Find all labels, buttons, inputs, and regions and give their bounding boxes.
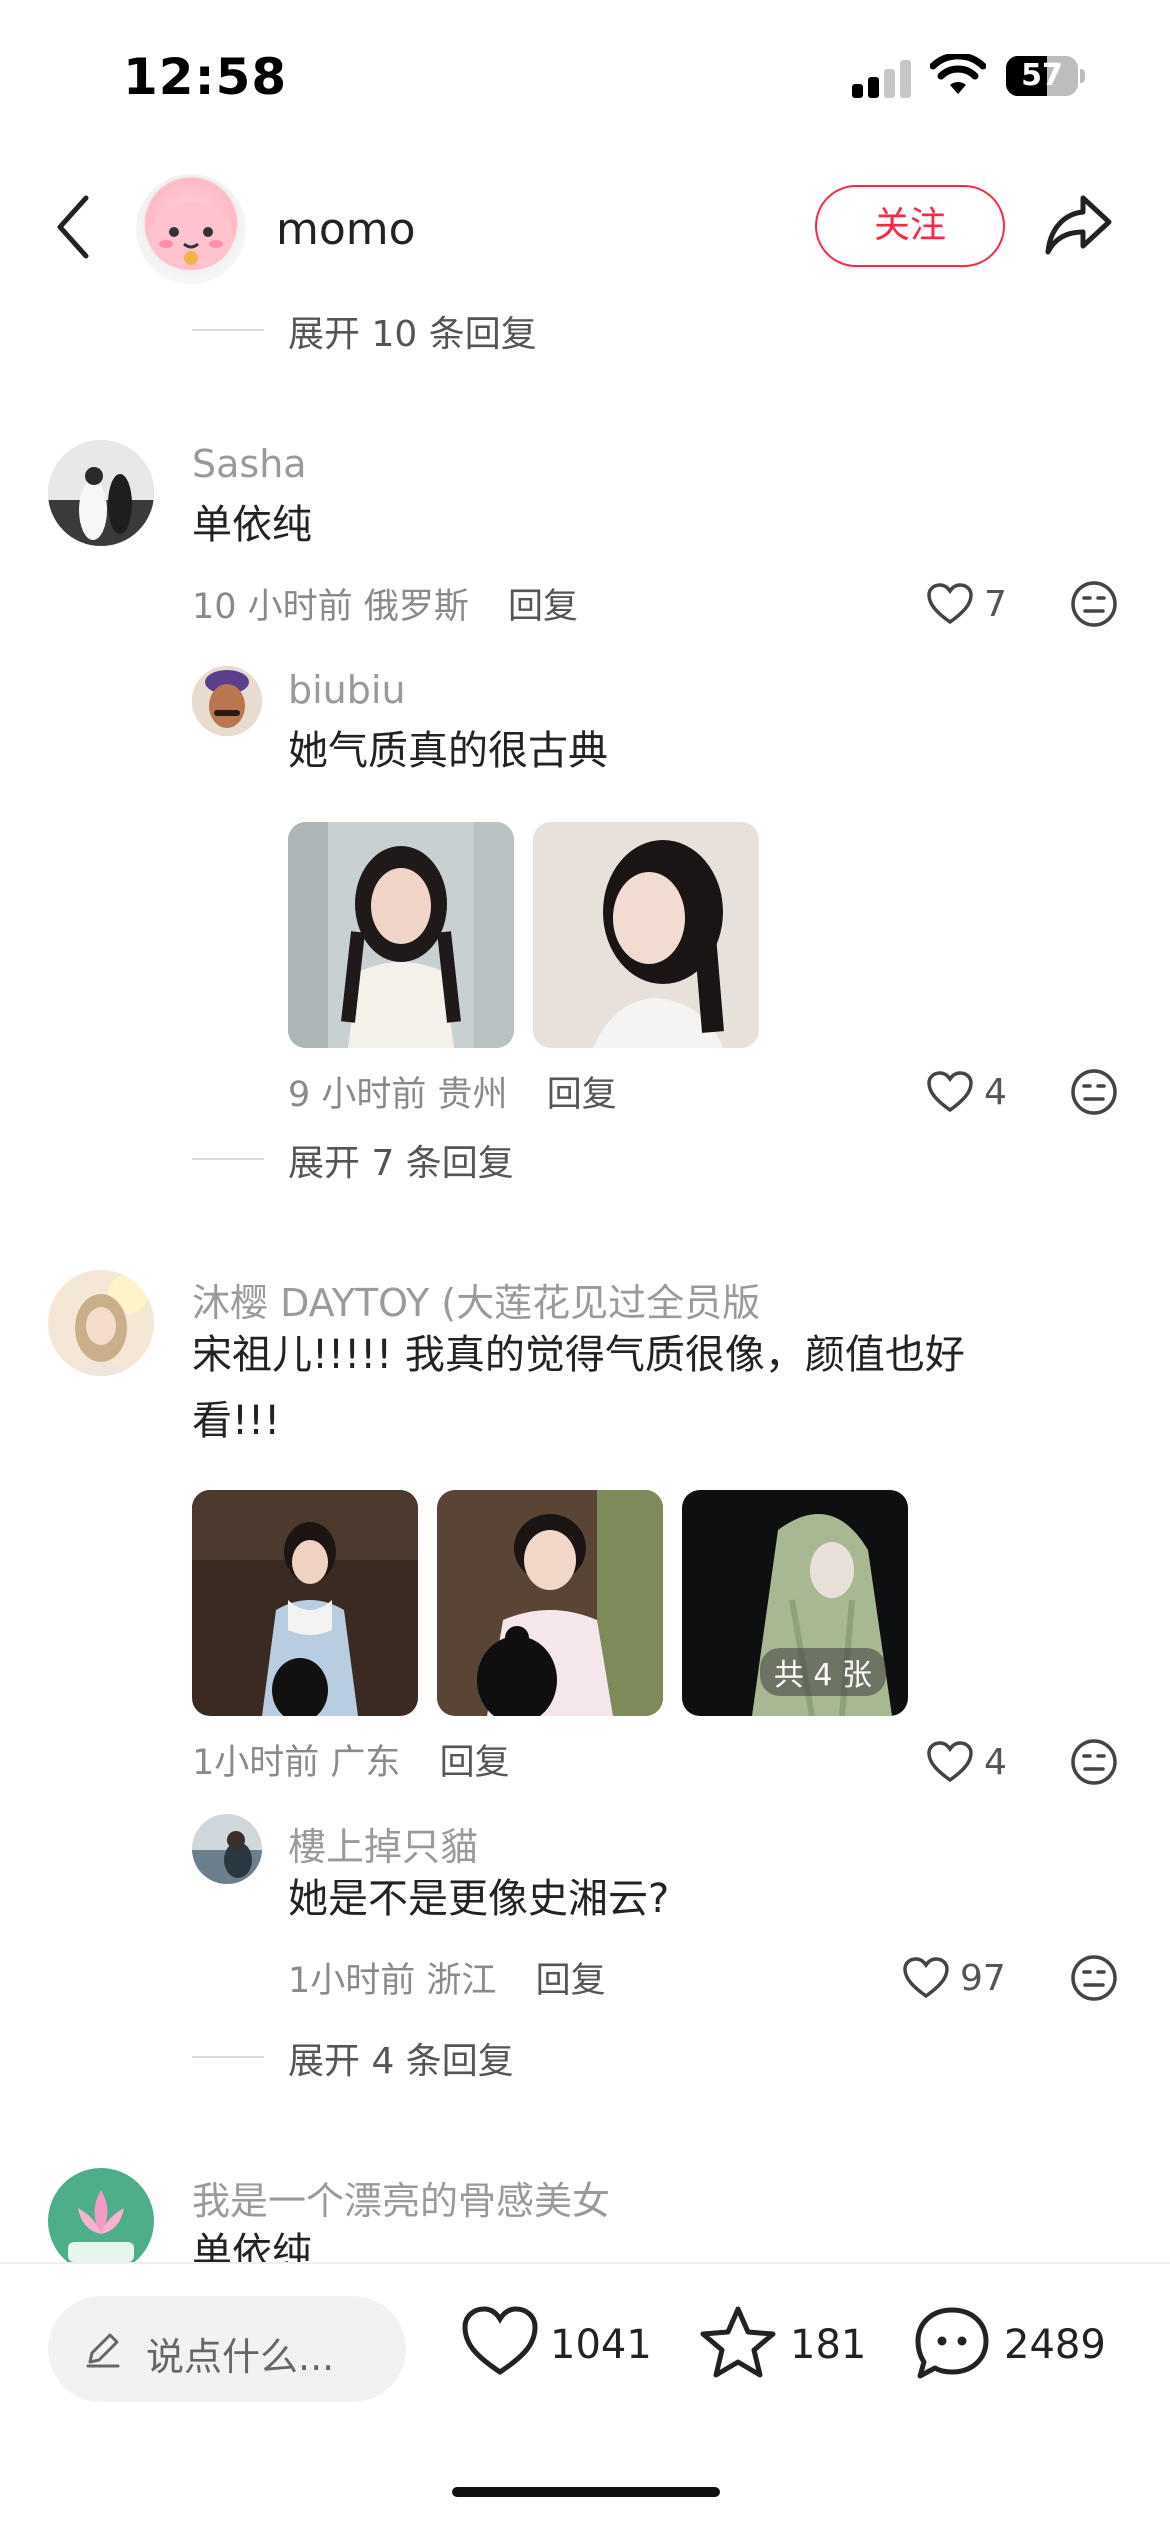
post-header: momo 关注 [0, 160, 1170, 290]
comment-text[interactable]: 单依纯 [192, 492, 312, 558]
reply-meta: 1小时前 浙江 回复 [288, 1952, 606, 2003]
dislike-icon[interactable] [1070, 1954, 1118, 2002]
like-count: 4 [984, 1072, 1007, 1113]
comment-like-button[interactable]: 4 [926, 1738, 1036, 1790]
expand-replies-label[interactable]: 展开 10 条回复 [288, 305, 537, 357]
dislike-icon[interactable] [1070, 1738, 1118, 1786]
reply-location: 贵州 [437, 1075, 508, 1115]
collect-post-button[interactable]: 181 [698, 2304, 866, 2394]
back-arrow-icon[interactable] [50, 192, 94, 262]
reply-button[interactable]: 回复 [440, 1743, 510, 1783]
cellular-signal-icon [852, 58, 912, 98]
replier-avatar[interactable] [192, 1814, 262, 1884]
battery-icon: 57 [1006, 56, 1085, 96]
author-avatar[interactable] [136, 174, 246, 284]
like-count: 4 [984, 1742, 1007, 1783]
status-bar: 12:58 57 [0, 0, 1170, 150]
comment-time: 10 小时前 [192, 587, 353, 627]
comment-time: 1小时前 [192, 1743, 320, 1783]
star-icon [700, 2306, 776, 2378]
comment-text[interactable]: 宋祖儿!!!!! 我真的觉得气质很像，颜值也好 [192, 1322, 965, 1388]
commenter-avatar[interactable] [48, 1270, 154, 1376]
comment-photo[interactable] [437, 1490, 663, 1716]
share-icon[interactable] [1043, 192, 1115, 258]
post-like-count: 1041 [550, 2322, 652, 2368]
comment-photo[interactable]: 共 4 张 [682, 1490, 908, 1716]
commenter-avatar[interactable] [48, 2168, 154, 2274]
home-indicator[interactable] [452, 2487, 720, 2497]
commenter-name[interactable]: Sasha [192, 442, 307, 486]
reply-text[interactable]: 她气质真的很古典 [288, 718, 608, 784]
heart-icon [462, 2306, 538, 2376]
comment-like-button[interactable]: 7 [926, 580, 1036, 632]
commenter-name[interactable]: 我是一个漂亮的骨感美女 [192, 2170, 610, 2225]
reply-button[interactable]: 回复 [508, 587, 578, 627]
reply-like-button[interactable]: 97 [902, 1954, 1038, 2006]
reply-meta: 9 小时前 贵州 回复 [288, 1066, 617, 1117]
expand-replies-label[interactable]: 展开 7 条回复 [288, 1134, 514, 1186]
comment-input-placeholder[interactable]: 说点什么... [146, 2326, 334, 2381]
replier-avatar[interactable] [192, 666, 262, 736]
reply-time: 1小时前 [288, 1961, 416, 2001]
reply-text[interactable]: 她是不是更像史湘云? [288, 1866, 669, 1932]
heart-icon [927, 1741, 973, 1783]
post-comment-count: 2489 [1004, 2322, 1106, 2368]
reply-like-button[interactable]: 4 [926, 1068, 1036, 1120]
replier-name[interactable]: biubiu [288, 668, 406, 712]
comment-text-continued[interactable]: 看!!! [192, 1388, 280, 1454]
replier-name[interactable]: 樓上掉只貓 [288, 1816, 478, 1871]
dislike-icon[interactable] [1070, 1068, 1118, 1116]
reply-photo[interactable] [533, 822, 759, 1048]
pencil-icon [86, 2333, 120, 2368]
comment-meta: 10 小时前 俄罗斯 回复 [192, 578, 578, 629]
comment-location: 俄罗斯 [363, 587, 469, 627]
battery-level: 57 [1021, 58, 1063, 93]
like-count: 97 [960, 1958, 1006, 1999]
status-time: 12:58 [123, 48, 288, 106]
author-name[interactable]: momo [276, 204, 416, 255]
wifi-icon [930, 54, 986, 94]
like-count: 7 [984, 584, 1007, 625]
dislike-icon[interactable] [1070, 580, 1118, 628]
chat-bubble-icon [915, 2307, 989, 2379]
reply-time: 9 小时前 [288, 1075, 427, 1115]
commenter-avatar[interactable] [48, 440, 154, 546]
heart-icon [927, 583, 973, 625]
reply-photo[interactable] [288, 822, 514, 1048]
heart-icon [927, 1071, 973, 1113]
commenter-name[interactable]: 沐樱 DAYTOY (大莲花见过全员版 [192, 1272, 760, 1327]
expand-replies-label[interactable]: 展开 4 条回复 [288, 2032, 514, 2084]
comment-input[interactable]: 说点什么... [48, 2296, 406, 2402]
comment-photo[interactable] [192, 1490, 418, 1716]
like-post-button[interactable]: 1041 [460, 2304, 652, 2394]
comment-post-button[interactable]: 2489 [912, 2304, 1122, 2394]
comment-location: 广东 [330, 1743, 401, 1783]
post-collect-count: 181 [790, 2322, 867, 2368]
photo-count-badge: 共 4 张 [759, 1648, 886, 1696]
comment-meta: 1小时前 广东 回复 [192, 1734, 510, 1785]
reply-button[interactable]: 回复 [547, 1075, 617, 1115]
reply-location: 浙江 [426, 1961, 497, 2001]
reply-button[interactable]: 回复 [536, 1961, 606, 2001]
bottom-action-bar: 说点什么... 1041 181 2489 [0, 2262, 1170, 2532]
follow-button[interactable]: 关注 [815, 185, 1005, 267]
heart-icon [903, 1957, 949, 1999]
